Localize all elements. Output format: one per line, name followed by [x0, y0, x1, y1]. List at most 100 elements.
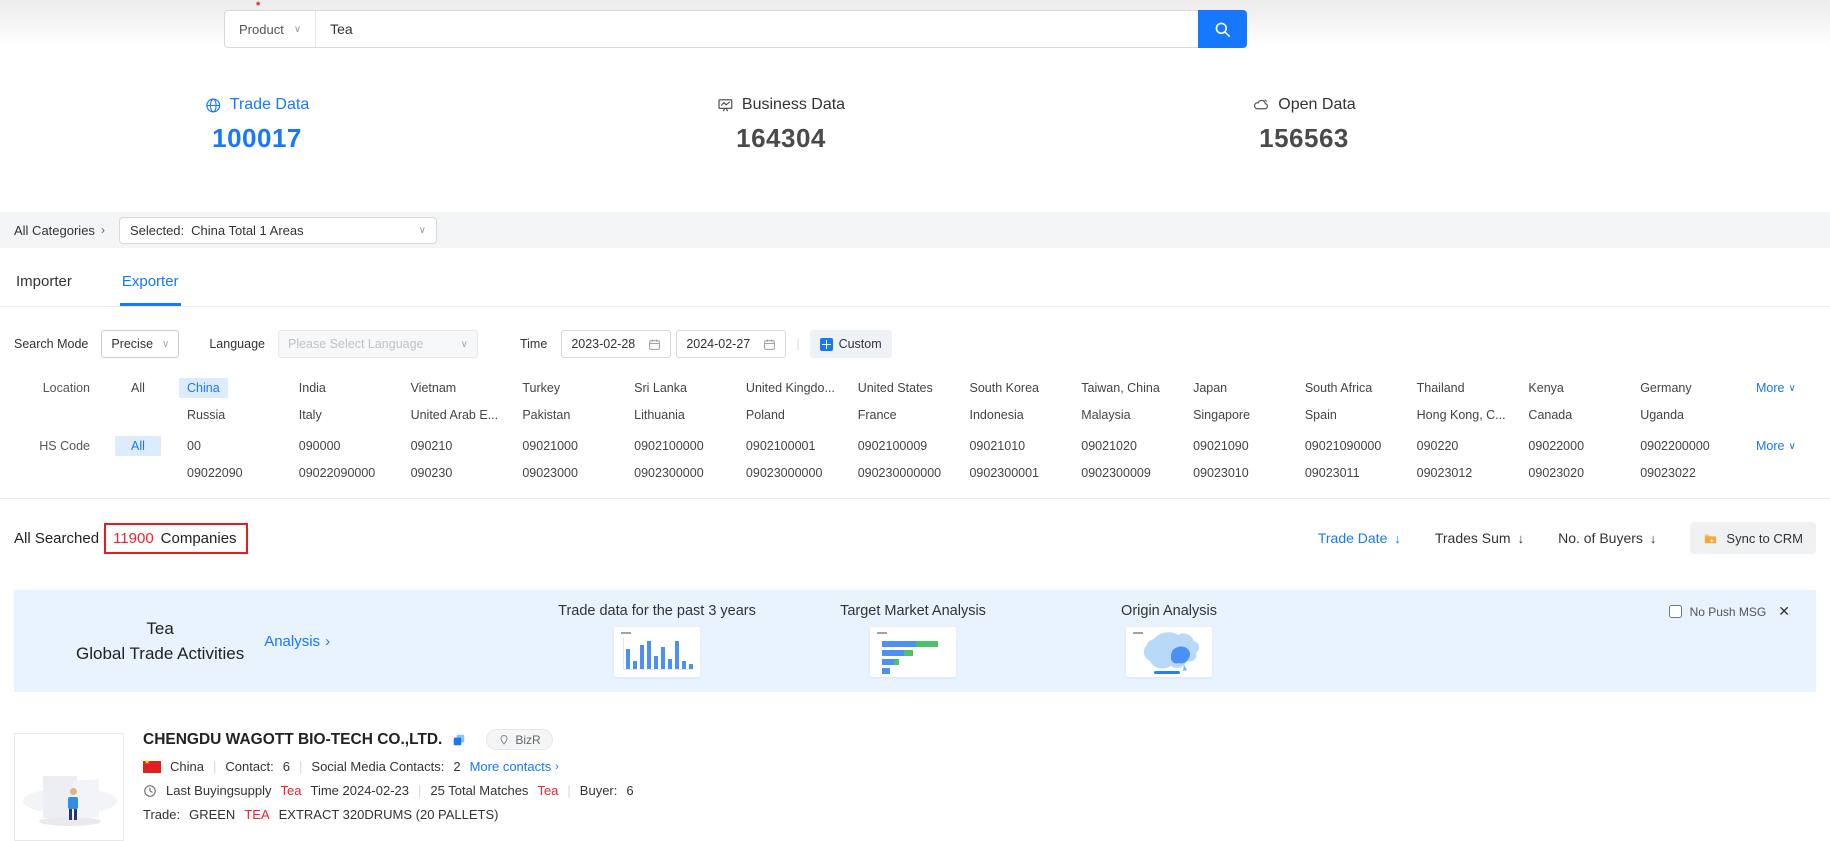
bizr-badge[interactable]: BizR [486, 729, 552, 750]
date-to-input[interactable]: 2024-02-27 [676, 330, 786, 358]
sort-trades-sum[interactable]: Trades Sum ↓ [1435, 530, 1524, 546]
search-button[interactable] [1198, 10, 1247, 48]
hs-code-all-option[interactable]: All [115, 436, 161, 456]
tab-importer[interactable]: Importer [14, 273, 74, 306]
banner-title: Tea Global Trade Activities [76, 616, 244, 666]
hs-code-option[interactable]: 090220 [1409, 436, 1467, 456]
buyer-label: Buyer: [580, 783, 618, 798]
banner-card-target-market[interactable]: Target Market Analysis [808, 603, 1018, 677]
location-option[interactable]: Indonesia [961, 405, 1031, 425]
search-input[interactable]: Tea [316, 11, 1198, 47]
stat-trade-data[interactable]: Trade Data 100017 [205, 96, 309, 154]
location-option[interactable]: Poland [738, 405, 793, 425]
location-option[interactable]: Taiwan, China [1073, 378, 1168, 398]
location-option[interactable]: Thailand [1409, 378, 1473, 398]
divider: | [796, 337, 799, 351]
location-option[interactable]: Malaysia [1073, 405, 1138, 425]
location-option[interactable]: Kenya [1520, 378, 1571, 398]
hs-code-option[interactable]: 09023020 [1520, 463, 1592, 483]
company-avatar[interactable] [14, 733, 124, 841]
banner-card-trade-data[interactable]: Trade data for the past 3 years [552, 603, 762, 677]
hs-code-option[interactable]: 090210 [403, 436, 461, 456]
location-option[interactable]: Canada [1520, 405, 1580, 425]
location-option[interactable]: Japan [1185, 378, 1235, 398]
hs-code-option[interactable]: 0902300000 [626, 463, 712, 483]
hs-code-option[interactable]: 0902200000 [1632, 436, 1718, 456]
sort-no-of-buyers[interactable]: No. of Buyers ↓ [1558, 530, 1656, 546]
close-icon[interactable]: ✕ [1778, 603, 1790, 620]
search-category-select[interactable]: Product ∨ [225, 11, 316, 47]
location-option[interactable]: France [850, 405, 905, 425]
location-option[interactable]: China [179, 378, 228, 398]
location-option[interactable]: Pakistan [514, 405, 578, 425]
copy-icon[interactable] [452, 733, 466, 747]
sort-trade-date[interactable]: Trade Date ↓ [1318, 530, 1401, 546]
hs-code-option[interactable]: 09023000000 [738, 463, 830, 483]
hs-code-more-link[interactable]: More ∨ [1756, 436, 1830, 453]
search-mode-select[interactable]: Precise ∨ [101, 330, 179, 358]
location-option[interactable]: South Africa [1297, 378, 1380, 398]
location-option[interactable]: Spain [1297, 405, 1345, 425]
hs-code-option[interactable]: 090000 [291, 436, 349, 456]
stat-label: Open Data [1278, 96, 1355, 114]
company-name[interactable]: CHENGDU WAGOTT BIO-TECH CO.,LTD. [143, 731, 442, 749]
location-option[interactable]: South Korea [961, 378, 1047, 398]
cloud-icon [1252, 96, 1270, 114]
location-more-link[interactable]: More ∨ [1756, 378, 1830, 395]
stat-open-data[interactable]: Open Data 156563 [1252, 96, 1355, 154]
selected-area-dropdown[interactable]: Selected: China Total 1 Areas ∨ [119, 217, 437, 244]
location-option[interactable]: Sri Lanka [626, 378, 695, 398]
hs-code-option[interactable]: 09022000 [1520, 436, 1592, 456]
hs-code-option[interactable]: 0902100001 [738, 436, 824, 456]
hs-code-option[interactable]: 09023022 [1632, 463, 1704, 483]
hs-code-option[interactable]: 09021020 [1073, 436, 1145, 456]
arrow-down-icon: ↓ [1394, 531, 1401, 546]
hs-code-option[interactable]: 09021010 [961, 436, 1033, 456]
hs-code-option[interactable]: 0902100009 [850, 436, 936, 456]
location-option[interactable]: United Kingdo... [738, 378, 843, 398]
location-option[interactable]: Lithuania [626, 405, 693, 425]
hs-code-option[interactable]: 090230000000 [850, 463, 949, 483]
hs-code-option[interactable]: 09021000 [514, 436, 586, 456]
hs-code-option[interactable]: 09021090000 [1297, 436, 1389, 456]
location-option[interactable]: India [291, 378, 334, 398]
location-option[interactable]: United Arab E... [403, 405, 507, 425]
language-select[interactable]: Please Select Language ∨ [278, 330, 478, 358]
hs-code-option[interactable]: 0902300001 [961, 463, 1047, 483]
hs-code-option[interactable]: 00 [179, 436, 209, 456]
sync-to-crm-button[interactable]: Sync to CRM [1690, 522, 1816, 554]
location-option[interactable]: Singapore [1185, 405, 1258, 425]
hs-code-option[interactable]: 09023012 [1409, 463, 1481, 483]
location-option[interactable]: Hong Kong, C... [1409, 405, 1514, 425]
hs-code-option[interactable]: 09022090000 [291, 463, 383, 483]
hs-code-option[interactable]: 09021090 [1185, 436, 1257, 456]
location-option[interactable]: United States [850, 378, 941, 398]
hs-code-option[interactable]: 0902300009 [1073, 463, 1159, 483]
date-from-input[interactable]: 2023-02-28 [561, 330, 671, 358]
time-label: Time [520, 337, 547, 351]
banner-subtitle: Global Trade Activities [76, 641, 244, 666]
tab-exporter[interactable]: Exporter [120, 273, 181, 306]
location-option[interactable]: Italy [291, 405, 330, 425]
analysis-link[interactable]: Analysis › [264, 633, 330, 650]
location-option[interactable]: Vietnam [403, 378, 465, 398]
more-contacts-link[interactable]: More contacts › [470, 759, 559, 774]
hs-code-option[interactable]: 09023000 [514, 463, 586, 483]
location-option[interactable]: Germany [1632, 378, 1699, 398]
location-option[interactable]: Turkey [514, 378, 568, 398]
hs-code-option[interactable]: 09023011 [1297, 463, 1368, 483]
hs-code-option[interactable]: 090230 [403, 463, 461, 483]
location-option[interactable]: Russia [179, 405, 233, 425]
calendar-icon [763, 338, 776, 351]
location-option[interactable]: Uganda [1632, 405, 1692, 425]
location-all-option[interactable]: All [115, 378, 161, 398]
hs-code-option[interactable]: 0902100000 [626, 436, 712, 456]
all-categories-link[interactable]: All Categories › [14, 223, 105, 238]
no-push-checkbox[interactable] [1669, 605, 1682, 618]
custom-time-button[interactable]: Custom [810, 330, 892, 358]
banner-card-origin[interactable]: Origin Analysis [1064, 603, 1274, 677]
stat-business-data[interactable]: Business Data 164304 [717, 96, 845, 154]
hs-code-option[interactable]: 09022090 [179, 463, 251, 483]
hs-code-option[interactable]: 09023010 [1185, 463, 1257, 483]
sync-label: Sync to CRM [1726, 531, 1803, 546]
